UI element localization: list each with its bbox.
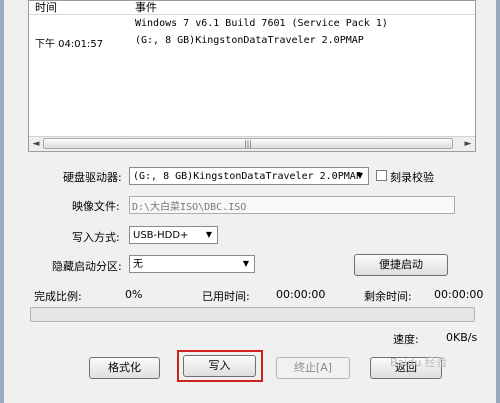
ultraiso-write-disk-dialog: 时间 事件 Windows 7 v6.1 Build 7601 (Service… — [0, 0, 500, 403]
column-header-event[interactable]: 事件 — [135, 1, 157, 14]
log-event: Windows 7 v6.1 Build 7601 (Service Pack … — [135, 18, 388, 29]
remaining-time-value: 00:00:00 — [434, 288, 484, 301]
completion-value: 0% — [125, 288, 143, 301]
column-header-time[interactable]: 时间 — [35, 1, 57, 14]
elapsed-time-label: 已用时间: — [202, 290, 250, 303]
drive-select[interactable]: (G:, 8 GB)KingstonDataTraveler 2.0PMAP ▼ — [129, 167, 369, 185]
event-log-list[interactable]: 时间 事件 Windows 7 v6.1 Build 7601 (Service… — [28, 0, 476, 152]
hidden-partition-select[interactable]: 无 ▼ — [129, 255, 255, 273]
drive-select-value: (G:, 8 GB)KingstonDataTraveler 2.0PMAP — [133, 171, 362, 182]
write-mode-value: USB-HDD+ — [133, 230, 189, 241]
drive-label: 硬盘驱动器: — [63, 171, 122, 184]
hidden-partition-label: 隐藏启动分区: — [52, 260, 122, 273]
scroll-right-icon[interactable]: ► — [461, 138, 475, 150]
abort-button[interactable]: 终止[A] — [276, 357, 350, 379]
horizontal-scrollbar[interactable]: ◄ ||| ► — [29, 136, 475, 151]
log-event: (G:, 8 GB)KingstonDataTraveler 2.0PMAP — [135, 35, 364, 46]
chevron-down-icon[interactable]: ▼ — [354, 169, 366, 183]
write-mode-label: 写入方式: — [72, 231, 120, 244]
baidu-watermark: Baidu 经验 — [390, 356, 447, 369]
speed-value: 0KB/s — [446, 331, 478, 344]
quick-boot-button[interactable]: 便捷启动 — [354, 254, 448, 276]
log-time: 下午 04:01:57 — [35, 39, 104, 50]
image-file-field[interactable] — [129, 196, 455, 214]
window-border-left — [0, 0, 4, 403]
format-button[interactable]: 格式化 — [89, 357, 160, 379]
verify-label[interactable]: 刻录校验 — [390, 169, 434, 185]
chevron-down-icon[interactable]: ▼ — [240, 257, 252, 271]
elapsed-time-value: 00:00:00 — [276, 288, 326, 301]
scrollbar-thumb[interactable]: ||| — [43, 138, 453, 149]
write-mode-select[interactable]: USB-HDD+ ▼ — [129, 226, 218, 244]
scroll-left-icon[interactable]: ◄ — [29, 138, 43, 150]
log-header: 时间 事件 — [29, 1, 475, 15]
chevron-down-icon[interactable]: ▼ — [203, 228, 215, 242]
write-progress-bar — [30, 307, 475, 322]
window-border-right — [496, 0, 500, 403]
image-file-input[interactable] — [132, 197, 452, 213]
hidden-partition-value: 无 — [133, 259, 143, 270]
verify-checkbox[interactable] — [376, 170, 387, 181]
completion-label: 完成比例: — [34, 290, 82, 303]
image-file-label: 映像文件: — [72, 200, 120, 213]
write-button-highlight — [177, 350, 263, 382]
speed-label: 速度: — [393, 333, 419, 346]
scrollbar-grip-icon: ||| — [243, 139, 253, 148]
remaining-time-label: 剩余时间: — [364, 290, 412, 303]
